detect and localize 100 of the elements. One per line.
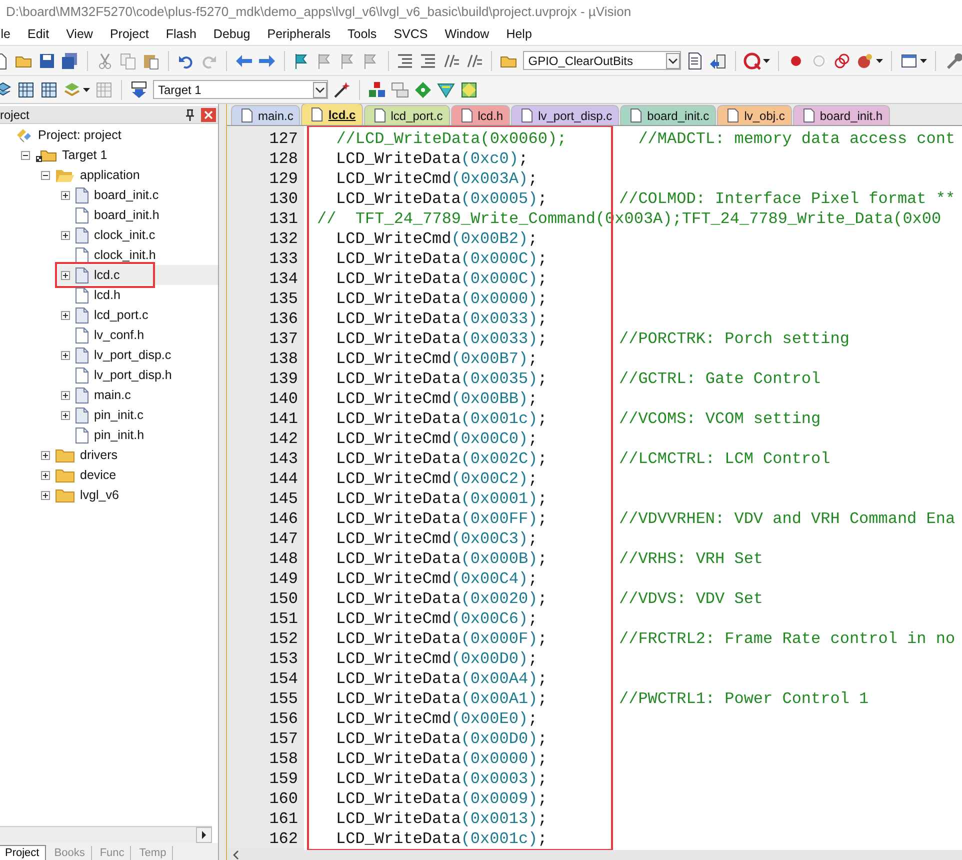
- menu-item[interactable]: Flash: [166, 27, 196, 41]
- file-tab[interactable]: lcd_port.c: [364, 105, 450, 125]
- diamond-icon[interactable]: [414, 80, 432, 98]
- menu-item[interactable]: SVCS: [394, 27, 428, 41]
- expand-icon[interactable]: [60, 310, 70, 320]
- code-line: LCD_WriteData(0x002C);: [335, 449, 548, 469]
- caret-icon[interactable]: [763, 58, 770, 62]
- file-icon: [521, 108, 534, 123]
- tree-item[interactable]: clock_init.h: [58, 245, 218, 265]
- pin-icon[interactable]: [185, 108, 195, 120]
- tree-item[interactable]: Project: project: [0, 125, 218, 145]
- panel-tab[interactable]: Project: [0, 845, 46, 860]
- build-icon[interactable]: [17, 80, 35, 98]
- indent-icon[interactable]: [396, 52, 414, 70]
- menu-item[interactable]: Debug: [213, 27, 250, 41]
- tree-item[interactable]: application: [38, 165, 218, 185]
- line-number: 158: [268, 749, 299, 769]
- tree-item[interactable]: pin_init.h: [58, 425, 218, 445]
- file-tab[interactable]: lcd.c: [301, 104, 363, 125]
- expand-icon[interactable]: [60, 350, 70, 360]
- tree-item[interactable]: lvgl_v6: [38, 485, 218, 505]
- expand-icon[interactable]: [60, 270, 70, 280]
- expand-icon[interactable]: [40, 450, 50, 460]
- file-tab[interactable]: lv_port_disp.c: [511, 105, 620, 125]
- code-comment: //PORCTRK: Porch setting: [619, 329, 850, 349]
- rebuild-icon[interactable]: [40, 80, 58, 98]
- scrollbar[interactable]: [227, 850, 962, 860]
- tree-item[interactable]: device: [38, 465, 218, 485]
- target-options-icon[interactable]: [333, 80, 351, 98]
- collapse-icon[interactable]: [20, 150, 30, 160]
- code-line: LCD_WriteCmd(0x00C3);: [335, 529, 539, 549]
- line-number: 147: [268, 529, 299, 549]
- caret-icon[interactable]: [83, 88, 90, 92]
- code-line: LCD_WriteData(0x0033);: [335, 309, 548, 329]
- menu-item[interactable]: Window: [444, 27, 490, 41]
- unindent-icon[interactable]: [419, 52, 438, 70]
- menu-item[interactable]: Help: [506, 27, 532, 41]
- incremental-find-icon[interactable]: [708, 52, 727, 70]
- pack-installer-icon[interactable]: [437, 80, 455, 98]
- tree-label: drivers: [79, 447, 119, 463]
- breakpoint-options-icon[interactable]: [856, 52, 874, 70]
- tree-item[interactable]: lv_conf.h: [58, 325, 218, 345]
- tree-item[interactable]: lv_port_disp.h: [58, 365, 218, 385]
- scroll-left-icon[interactable]: [231, 850, 241, 860]
- tree-item[interactable]: lv_port_disp.c: [58, 345, 218, 365]
- file-tab[interactable]: lcd.h: [450, 105, 510, 125]
- expand-icon[interactable]: [60, 390, 70, 400]
- window-layout-icon[interactable]: [900, 52, 918, 70]
- tree-item[interactable]: drivers: [38, 445, 218, 465]
- file-tab[interactable]: lv_obj.c: [717, 105, 792, 125]
- expand-icon[interactable]: [60, 230, 70, 240]
- tree-item[interactable]: lcd.c: [58, 265, 218, 285]
- manage-icon[interactable]: [391, 80, 409, 98]
- menu-item[interactable]: Project: [110, 27, 149, 41]
- folder-icon: [55, 167, 75, 183]
- folder-icon: [55, 447, 75, 463]
- menu-item[interactable]: ile: [0, 27, 11, 41]
- file-icon: [75, 186, 89, 204]
- collapse-icon[interactable]: [40, 170, 50, 180]
- scrollbar[interactable]: [0, 826, 212, 843]
- caret-icon[interactable]: [920, 58, 928, 62]
- code-line: LCD_WriteCmd(0x00B2);: [335, 229, 539, 249]
- save-all-icon[interactable]: [61, 52, 79, 70]
- expand-icon[interactable]: [40, 470, 50, 480]
- dropdown-field[interactable]: Target 1: [153, 80, 328, 99]
- expand-icon[interactable]: [40, 490, 50, 500]
- load-icon[interactable]: [130, 80, 148, 98]
- tree-item[interactable]: Target 1: [18, 145, 218, 165]
- tree-label: lcd.c: [93, 267, 121, 283]
- menu-item[interactable]: Edit: [28, 27, 50, 41]
- debug-icon[interactable]: [743, 52, 762, 70]
- close-icon[interactable]: [201, 108, 216, 122]
- component-icon[interactable]: [368, 80, 386, 98]
- tree-item[interactable]: lcd_port.c: [58, 305, 218, 325]
- menu-item[interactable]: Tools: [348, 27, 377, 41]
- dropdown-field[interactable]: GPIO_ClearOutBits: [523, 51, 681, 70]
- file-icon: [311, 107, 324, 122]
- file-icon: [75, 286, 89, 304]
- breakpoint-kill-icon[interactable]: [833, 52, 852, 70]
- tree-item[interactable]: lcd.h: [58, 285, 218, 305]
- expand-icon[interactable]: [60, 410, 70, 420]
- expand-icon[interactable]: [60, 190, 70, 200]
- menu-item[interactable]: Peripherals: [267, 27, 330, 41]
- save-icon[interactable]: [38, 52, 56, 70]
- file-icon: [75, 206, 89, 224]
- menu-item[interactable]: View: [66, 27, 93, 41]
- file-tab[interactable]: board_init.c: [620, 105, 716, 125]
- line-number: 139: [268, 369, 299, 389]
- tree-item[interactable]: pin_init.c: [58, 405, 218, 425]
- tree-item[interactable]: board_init.h: [58, 205, 218, 225]
- file-icon: [75, 226, 89, 244]
- file-tab[interactable]: board_init.h: [792, 105, 890, 125]
- caret-icon[interactable]: [876, 58, 884, 62]
- tree-item[interactable]: board_init.c: [58, 185, 218, 205]
- scroll-right-icon[interactable]: [196, 827, 212, 843]
- tree-item[interactable]: clock_init.c: [58, 225, 218, 245]
- tree-item[interactable]: main.c: [58, 385, 218, 405]
- pack-icon[interactable]: [460, 80, 478, 98]
- file-tab[interactable]: main.c: [231, 105, 300, 125]
- find-icon[interactable]: [686, 52, 704, 70]
